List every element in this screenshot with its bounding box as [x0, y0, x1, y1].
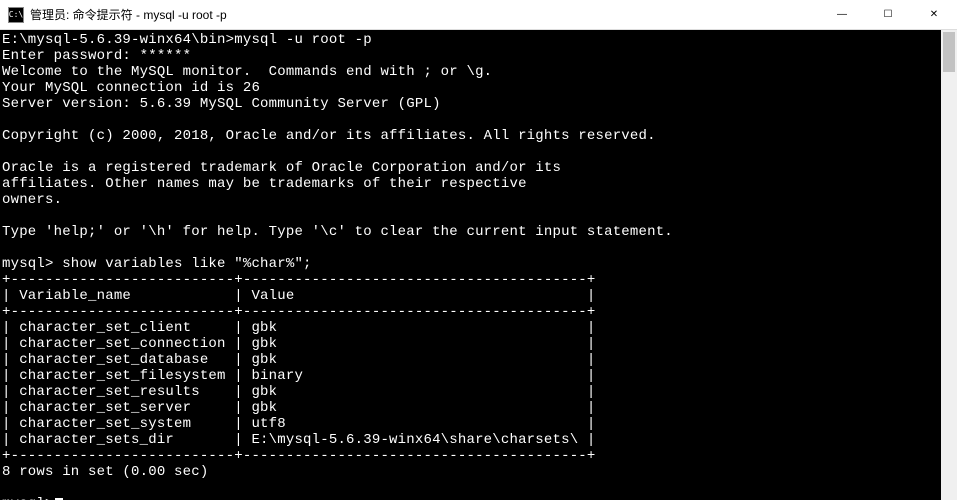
terminal-output[interactable]: E:\mysql-5.6.39-winx64\bin>mysql -u root… — [0, 30, 957, 500]
table-header: | Variable_name | Value | — [2, 288, 596, 304]
line: Copyright (c) 2000, 2018, Oracle and/or … — [2, 128, 656, 144]
table-row: | character_set_filesystem | binary | — [2, 368, 596, 384]
line: Server version: 5.6.39 MySQL Community S… — [2, 96, 441, 112]
line: Welcome to the MySQL monitor. Commands e… — [2, 64, 492, 80]
table-sep: +--------------------------+------------… — [2, 448, 596, 464]
table-row: | character_set_system | utf8 | — [2, 416, 596, 432]
table-sep: +--------------------------+------------… — [2, 272, 596, 288]
window: C:\ 管理员: 命令提示符 - mysql -u root -p — ☐ ✕ … — [0, 0, 957, 500]
window-controls: — ☐ ✕ — [819, 0, 957, 29]
table-row: | character_set_database | gbk | — [2, 352, 596, 368]
terminal-area: E:\mysql-5.6.39-winx64\bin>mysql -u root… — [0, 30, 957, 500]
line: affiliates. Other names may be trademark… — [2, 176, 527, 192]
minimize-button[interactable]: — — [819, 0, 865, 29]
line: Enter password: ****** — [2, 48, 191, 64]
line: owners. — [2, 192, 62, 208]
table-row: | character_set_results | gbk | — [2, 384, 596, 400]
close-button[interactable]: ✕ — [911, 0, 957, 29]
line: E:\mysql-5.6.39-winx64\bin>mysql -u root… — [2, 32, 372, 48]
line: Type 'help;' or '\h' for help. Type '\c'… — [2, 224, 673, 240]
line: Oracle is a registered trademark of Orac… — [2, 160, 561, 176]
window-title: 管理员: 命令提示符 - mysql -u root -p — [30, 6, 819, 23]
table-sep: +--------------------------+------------… — [2, 304, 596, 320]
table-row: | character_set_server | gbk | — [2, 400, 596, 416]
titlebar[interactable]: C:\ 管理员: 命令提示符 - mysql -u root -p — ☐ ✕ — [0, 0, 957, 30]
query-line: mysql> show variables like "%char%"; — [2, 256, 312, 272]
cmd-icon: C:\ — [8, 7, 24, 23]
result-summary: 8 rows in set (0.00 sec) — [2, 464, 208, 480]
line: Your MySQL connection id is 26 — [2, 80, 260, 96]
table-row: | character_set_connection | gbk | — [2, 336, 596, 352]
table-row: | character_sets_dir | E:\mysql-5.6.39-w… — [2, 432, 596, 448]
scrollbar[interactable] — [941, 30, 957, 500]
mysql-prompt: mysql> — [2, 496, 54, 500]
scroll-thumb[interactable] — [943, 32, 955, 72]
maximize-button[interactable]: ☐ — [865, 0, 911, 29]
table-row: | character_set_client | gbk | — [2, 320, 596, 336]
